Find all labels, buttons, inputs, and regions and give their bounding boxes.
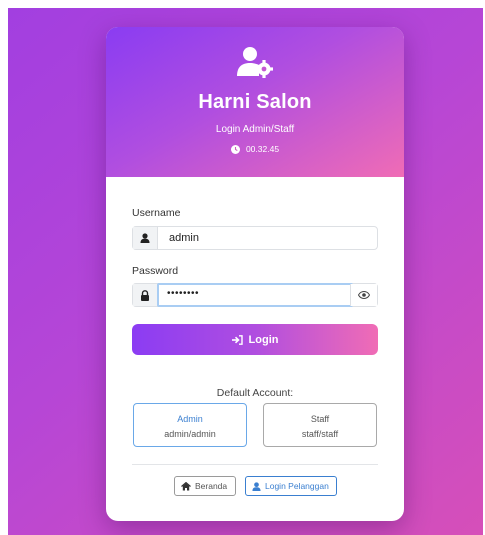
login-card: Harni Salon Login Admin/Staff 00.32.45 U…: [106, 27, 404, 521]
account-name: Staff: [310, 414, 330, 424]
user-icon: [252, 481, 261, 491]
toggle-password-button[interactable]: [350, 284, 377, 306]
login-button[interactable]: Login: [132, 324, 378, 355]
app-title: Harni Salon: [198, 91, 312, 113]
home-button[interactable]: Beranda: [174, 476, 236, 496]
clock-display: 00.32.45: [106, 144, 404, 154]
clock-time: 00.32.45: [245, 144, 280, 154]
username-addon: [133, 227, 158, 249]
sign-in-icon: [231, 334, 243, 345]
password-label: Password: [132, 265, 179, 277]
home-button-label: Beranda: [195, 481, 228, 491]
user-icon: [140, 233, 150, 243]
account-credentials: staff/staff: [301, 429, 339, 439]
account-name: Admin: [177, 414, 203, 424]
user-gear-icon: [237, 47, 273, 78]
username-input[interactable]: admin: [169, 232, 199, 244]
username-field[interactable]: admin: [132, 226, 378, 250]
customer-login-label: Login Pelanggan: [265, 481, 329, 491]
clock-icon: [230, 144, 240, 154]
customer-login-button[interactable]: Login Pelanggan: [245, 476, 337, 496]
lock-icon: [141, 289, 149, 301]
account-credentials: admin/admin: [164, 429, 216, 439]
password-value: ••••••••: [167, 288, 200, 299]
login-button-label: Login: [248, 333, 279, 346]
eye-icon: [358, 291, 370, 299]
password-field[interactable]: ••••••••: [132, 283, 378, 307]
default-account-staff[interactable]: Staff staff/staff: [263, 403, 377, 447]
default-account-admin[interactable]: Admin admin/admin: [133, 403, 247, 447]
username-label: Username: [132, 207, 181, 219]
divider: [132, 464, 378, 465]
password-addon: [133, 284, 158, 306]
default-account-title: Default Account:: [216, 387, 294, 399]
login-subtitle: Login Admin/Staff: [215, 124, 295, 135]
home-icon: [181, 481, 191, 490]
login-header: Harni Salon Login Admin/Staff 00.32.45: [106, 27, 404, 177]
